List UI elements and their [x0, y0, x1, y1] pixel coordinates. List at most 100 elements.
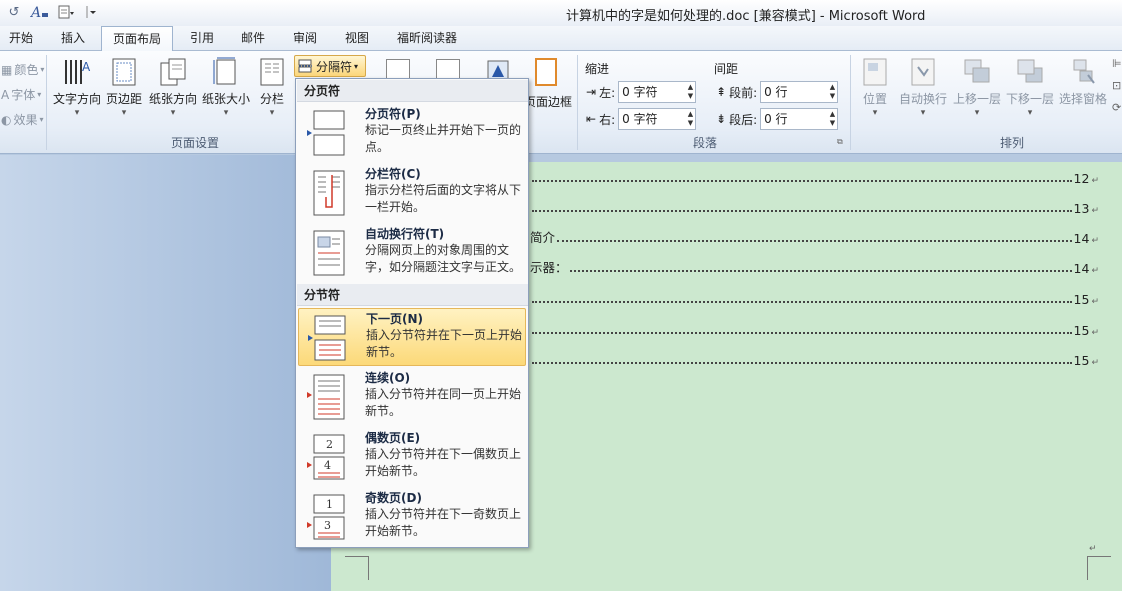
indent-right-spinner[interactable]: ▲ ▼ [688, 110, 693, 128]
breaks-button[interactable]: 分隔符 ▾ [294, 55, 366, 77]
svg-text:1: 1 [326, 498, 333, 511]
menu-item-continuous[interactable]: 连续(O) 插入分节符并在同一页上开始新节。 [298, 368, 526, 426]
indent-left-spinner[interactable]: ▲ ▼ [688, 83, 693, 101]
spacing-before-row: ⇞ 段前: 0 行 ▲ ▼ [716, 81, 839, 103]
indent-left-icon: ⇥ [586, 85, 597, 99]
selection-pane-button[interactable]: 选择窗格 [1057, 57, 1109, 107]
paragraph-group-label: 段落 [692, 136, 717, 150]
toc-line[interactable]: 15 ↵ [530, 352, 1099, 368]
text-wrapping-break-title: 自动换行符(T) [365, 227, 445, 241]
send-backward-button[interactable]: 下移一层 ▾ [1004, 57, 1056, 118]
page-borders-label: 页面边框 [524, 95, 573, 109]
crop-mark-right-h [1087, 556, 1111, 557]
font-color-icon[interactable]: A [30, 3, 50, 21]
spacing-before-input[interactable]: 0 行 ▲ ▼ [760, 81, 839, 103]
indent-right-input[interactable]: 0 字符 ▲ ▼ [618, 108, 697, 130]
next-page-title: 下一页(N) [366, 312, 424, 326]
position-button[interactable]: 位置 ▾ [858, 57, 892, 118]
text-wrapping-break-icon [313, 230, 345, 276]
crop-mark-left-h [345, 556, 369, 557]
left-workspace [0, 155, 331, 591]
tab-foxit-reader[interactable]: 福昕阅读器 [392, 26, 462, 51]
size-label: 纸张大小 [201, 92, 250, 106]
quick-access-toolbar: ↺ A [4, 3, 102, 21]
theme-colors-label: 颜色 [14, 63, 39, 77]
svg-text:A: A [30, 5, 41, 20]
align-icon[interactable]: ⊫ [1112, 57, 1122, 70]
tab-review[interactable]: 审阅 [288, 26, 322, 51]
margins-icon [112, 58, 136, 86]
wrap-text-icon [911, 58, 935, 86]
breaks-icon [298, 59, 312, 73]
text-direction-icon: A [65, 60, 91, 84]
even-page-title: 偶数页(E) [365, 431, 421, 445]
toc-line[interactable]: 示器： 14 ↵ [530, 260, 1099, 276]
column-break-icon [313, 170, 345, 216]
arrange-group-label: 排列 [999, 136, 1024, 150]
tab-references[interactable]: 引用 [185, 26, 219, 51]
font-icon: A [1, 87, 10, 102]
indent-right-icon: ⇤ [586, 112, 597, 126]
breaks-dropdown-menu: 分页符 分页符(P) 标记一页终止并开始下一页的点。 分栏符(C) 指示分栏符后… [295, 78, 529, 548]
columns-label: 分栏 [259, 92, 284, 106]
selection-pane-icon [1073, 59, 1095, 84]
paragraph-dialog-launcher-icon[interactable]: ⧉ [837, 137, 843, 147]
indent-right-row: ⇤ 右: 0 字符 ▲ ▼ [586, 108, 697, 130]
rotate-icon[interactable]: ⟳ [1112, 101, 1121, 114]
menu-item-column-break[interactable]: 分栏符(C) 指示分栏符后面的文字将从下一栏开始。 [298, 164, 526, 222]
theme-effects-button[interactable]: ◐ 效果 ▾ [1, 111, 44, 128]
bring-forward-label: 上移一层 [952, 92, 1001, 106]
svg-text:2: 2 [326, 438, 333, 451]
theme-colors-button[interactable]: ▦ 颜色 ▾ [1, 61, 44, 78]
toc-text: 简介 [530, 230, 556, 245]
orientation-icon [160, 58, 186, 86]
page-break-title: 分页符(P) [365, 107, 421, 121]
position-label: 位置 [862, 92, 887, 106]
toc-page-number: 15 [1073, 353, 1090, 368]
text-direction-button[interactable]: A 文字方向 ▾ [52, 57, 102, 118]
crop-mark-left [345, 556, 369, 580]
indent-right-value: 0 字符 [622, 112, 658, 126]
size-button[interactable]: 纸张大小 ▾ [200, 57, 252, 118]
toc-line[interactable]: 13 ↵ [530, 200, 1099, 216]
spacing-after-value: 0 行 [764, 112, 788, 126]
page-borders-icon[interactable] [533, 57, 559, 87]
menu-item-text-wrapping-break[interactable]: 自动换行符(T) 分隔网页上的对象周围的文字，如分隔题注文字与正文。 [298, 224, 526, 282]
wrap-text-label: 自动换行 [898, 92, 947, 106]
toc-line[interactable]: 简介 14 ↵ [530, 230, 1099, 246]
page-size-icon [213, 57, 236, 85]
spacing-before-label: 段前: [729, 85, 758, 100]
orientation-button[interactable]: 纸张方向 ▾ [147, 57, 199, 118]
tab-insert[interactable]: 插入 [56, 26, 90, 51]
toc-line[interactable]: 12 ↵ [530, 170, 1099, 186]
indent-left-input[interactable]: 0 字符 ▲ ▼ [618, 81, 697, 103]
margins-button[interactable]: 页边距 ▾ [104, 57, 144, 118]
toc-line[interactable]: 15 ↵ [530, 322, 1099, 338]
toc-line[interactable]: 15 ↵ [530, 291, 1099, 307]
tab-home[interactable]: 开始 [4, 26, 38, 51]
next-page-icon [308, 315, 346, 361]
theme-fonts-button[interactable]: A 字体 ▾ [1, 86, 41, 103]
text-wrapping-break-description: 分隔网页上的对象周围的文字，如分隔题注文字与正文。 [365, 243, 522, 274]
window-title: 计算机中的字是如何处理的.doc [兼容模式] - Microsoft Word [566, 9, 926, 24]
wrap-text-button[interactable]: 自动换行 ▾ [897, 57, 949, 118]
undo-icon[interactable]: ↺ [4, 3, 24, 21]
menu-item-page-break[interactable]: 分页符(P) 标记一页终止并开始下一页的点。 [298, 104, 526, 162]
columns-button[interactable]: 分栏 ▾ [256, 57, 288, 118]
indent-right-label: 右: [599, 112, 616, 127]
bring-forward-button[interactable]: 上移一层 ▾ [951, 57, 1003, 118]
menu-item-next-page[interactable]: 下一页(N) 插入分节符并在下一页上开始新节。 [298, 308, 526, 366]
group-objects-icon[interactable]: ⊡ [1112, 79, 1121, 92]
tab-mailings[interactable]: 邮件 [236, 26, 270, 51]
spacing-before-spinner[interactable]: ▲ ▼ [830, 83, 835, 101]
menu-item-even-page[interactable]: 2 4 偶数页(E) 插入分节符并在下一偶数页上开始新节。 [298, 428, 526, 486]
customize-icon[interactable] [82, 3, 102, 21]
theme-effects-label: 效果 [13, 113, 38, 127]
continuous-title: 连续(O) [365, 371, 411, 385]
tab-view[interactable]: 视图 [340, 26, 374, 51]
spacing-after-spinner[interactable]: ▲ ▼ [830, 110, 835, 128]
menu-item-odd-page[interactable]: 1 3 奇数页(D) 插入分节符并在下一奇数页上开始新节。 [298, 488, 526, 546]
tab-page-layout[interactable]: 页面布局 [101, 26, 173, 52]
new-doc-icon[interactable] [56, 3, 76, 21]
spacing-after-input[interactable]: 0 行 ▲ ▼ [760, 108, 839, 130]
